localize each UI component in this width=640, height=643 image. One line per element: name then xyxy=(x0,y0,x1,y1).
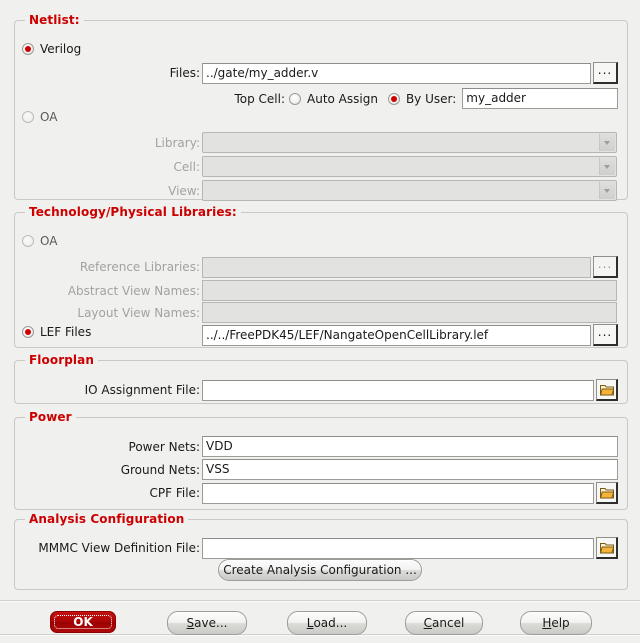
load-button[interactable]: Load... xyxy=(287,611,367,635)
top-cell-label: Top Cell: xyxy=(234,91,285,106)
ok-button-label: OK xyxy=(73,615,93,629)
save-button-label: ave... xyxy=(194,616,228,630)
verilog-radio-icon[interactable] xyxy=(22,43,34,55)
lef-files-browse-button[interactable]: ... xyxy=(593,324,618,346)
view-label: View: xyxy=(168,183,200,198)
reference-libraries-browse-button[interactable]: ... xyxy=(593,256,618,278)
mmmc-input[interactable] xyxy=(202,537,594,559)
netlist-oa-radio-icon[interactable] xyxy=(22,111,34,123)
folder-icon xyxy=(599,384,614,395)
folder-icon xyxy=(599,542,614,553)
by-user-radio-label: By User: xyxy=(405,91,457,106)
verilog-radio-label: Verilog xyxy=(40,42,82,56)
save-button-mnemonic: S xyxy=(186,616,195,630)
save-button[interactable]: Save... xyxy=(167,611,247,635)
floorplan-group-title: Floorplan xyxy=(25,353,98,367)
layout-view-names-row: Layout View Names: xyxy=(0,302,626,323)
io-assignment-row: IO Assignment File: xyxy=(0,379,626,401)
help-button[interactable]: Help xyxy=(520,611,592,635)
lef-files-input[interactable]: ../../FreePDK45/LEF/NangateOpenCellLibra… xyxy=(202,324,591,346)
ground-nets-row: Ground Nets: VSS xyxy=(0,459,626,480)
help-button-label: elp xyxy=(551,616,570,630)
ground-nets-label: Ground Nets: xyxy=(120,462,200,477)
netlist-library-row: Library: xyxy=(0,132,626,153)
cell-chevron-down-icon[interactable] xyxy=(599,158,615,175)
cpf-file-row: CPF File: xyxy=(0,482,626,504)
io-assignment-input[interactable] xyxy=(202,379,594,401)
cpf-file-input[interactable] xyxy=(202,482,594,504)
cell-combo[interactable] xyxy=(202,156,617,177)
analysis-group-title: Analysis Configuration xyxy=(25,512,189,526)
footer-divider-top xyxy=(0,600,640,602)
cancel-button[interactable]: Cancel xyxy=(405,611,483,635)
view-chevron-down-icon[interactable] xyxy=(599,182,615,199)
by-user-radio-icon[interactable] xyxy=(387,92,400,105)
power-nets-input[interactable]: VDD xyxy=(202,436,618,457)
load-button-label: oad... xyxy=(313,616,348,630)
library-chevron-down-icon[interactable] xyxy=(599,134,615,151)
technology-oa-radio-icon[interactable] xyxy=(22,235,34,247)
load-button-mnemonic: L xyxy=(306,616,314,630)
netlist-oa-radio-label: OA xyxy=(40,110,58,124)
mmmc-label: MMMC View Definition File: xyxy=(38,541,200,555)
ok-button[interactable]: OK xyxy=(50,611,116,633)
create-analysis-configuration-button[interactable]: Create Analysis Configuration ... xyxy=(218,559,422,581)
ground-nets-input[interactable]: VSS xyxy=(202,459,618,480)
netlist-oa-radio-row[interactable]: OA xyxy=(22,110,57,124)
netlist-group-title: Netlist: xyxy=(25,13,84,27)
netlist-topcell-row: Top Cell: Auto Assign By User: my_adder xyxy=(0,88,626,109)
cpf-file-label: CPF File: xyxy=(149,486,200,500)
top-cell-input[interactable]: my_adder xyxy=(462,88,619,109)
io-assignment-label: IO Assignment File: xyxy=(84,383,200,397)
mmmc-row: MMMC View Definition File: xyxy=(0,537,626,559)
abstract-view-names-input[interactable] xyxy=(202,280,617,301)
library-combo[interactable] xyxy=(202,132,617,153)
mmmc-folder-button[interactable] xyxy=(596,537,618,559)
cell-label: Cell: xyxy=(173,159,200,174)
cancel-button-label: ancel xyxy=(432,616,465,630)
abstract-view-names-label: Abstract View Names: xyxy=(67,283,200,298)
reference-libraries-input[interactable] xyxy=(202,256,591,278)
view-combo[interactable] xyxy=(202,180,617,201)
cpf-file-folder-button[interactable] xyxy=(596,482,618,504)
layout-view-names-label: Layout View Names: xyxy=(77,305,200,320)
layout-view-names-input[interactable] xyxy=(202,302,617,323)
lef-files-row: ../../FreePDK45/LEF/NangateOpenCellLibra… xyxy=(0,324,626,346)
technology-group-title: Technology/Physical Libraries: xyxy=(25,205,241,219)
reference-libraries-label: Reference Libraries: xyxy=(79,260,200,274)
abstract-view-names-row: Abstract View Names: xyxy=(0,280,626,301)
netlist-view-row: View: xyxy=(0,180,626,201)
netlist-files-row: Files: ../gate/my_adder.v ... xyxy=(0,62,626,84)
reference-libraries-row: Reference Libraries: ... xyxy=(0,256,626,278)
files-input[interactable]: ../gate/my_adder.v xyxy=(202,62,591,84)
power-nets-label: Power Nets: xyxy=(128,439,200,454)
netlist-cell-row: Cell: xyxy=(0,156,626,177)
io-assignment-folder-button[interactable] xyxy=(596,379,618,401)
technology-oa-radio-row[interactable]: OA xyxy=(22,234,57,248)
netlist-verilog-radio-row[interactable]: Verilog xyxy=(22,42,81,56)
folder-icon xyxy=(599,487,614,498)
files-label: Files: xyxy=(169,66,200,80)
auto-assign-radio-icon[interactable] xyxy=(289,92,301,105)
power-nets-row: Power Nets: VDD xyxy=(0,436,626,457)
help-button-mnemonic: H xyxy=(542,616,552,630)
power-group-title: Power xyxy=(25,410,76,424)
library-label: Library: xyxy=(154,135,200,150)
auto-assign-radio-label: Auto Assign xyxy=(307,91,378,106)
cancel-button-mnemonic: C xyxy=(423,616,433,630)
technology-oa-radio-label: OA xyxy=(40,234,58,248)
files-browse-button[interactable]: ... xyxy=(593,62,618,84)
